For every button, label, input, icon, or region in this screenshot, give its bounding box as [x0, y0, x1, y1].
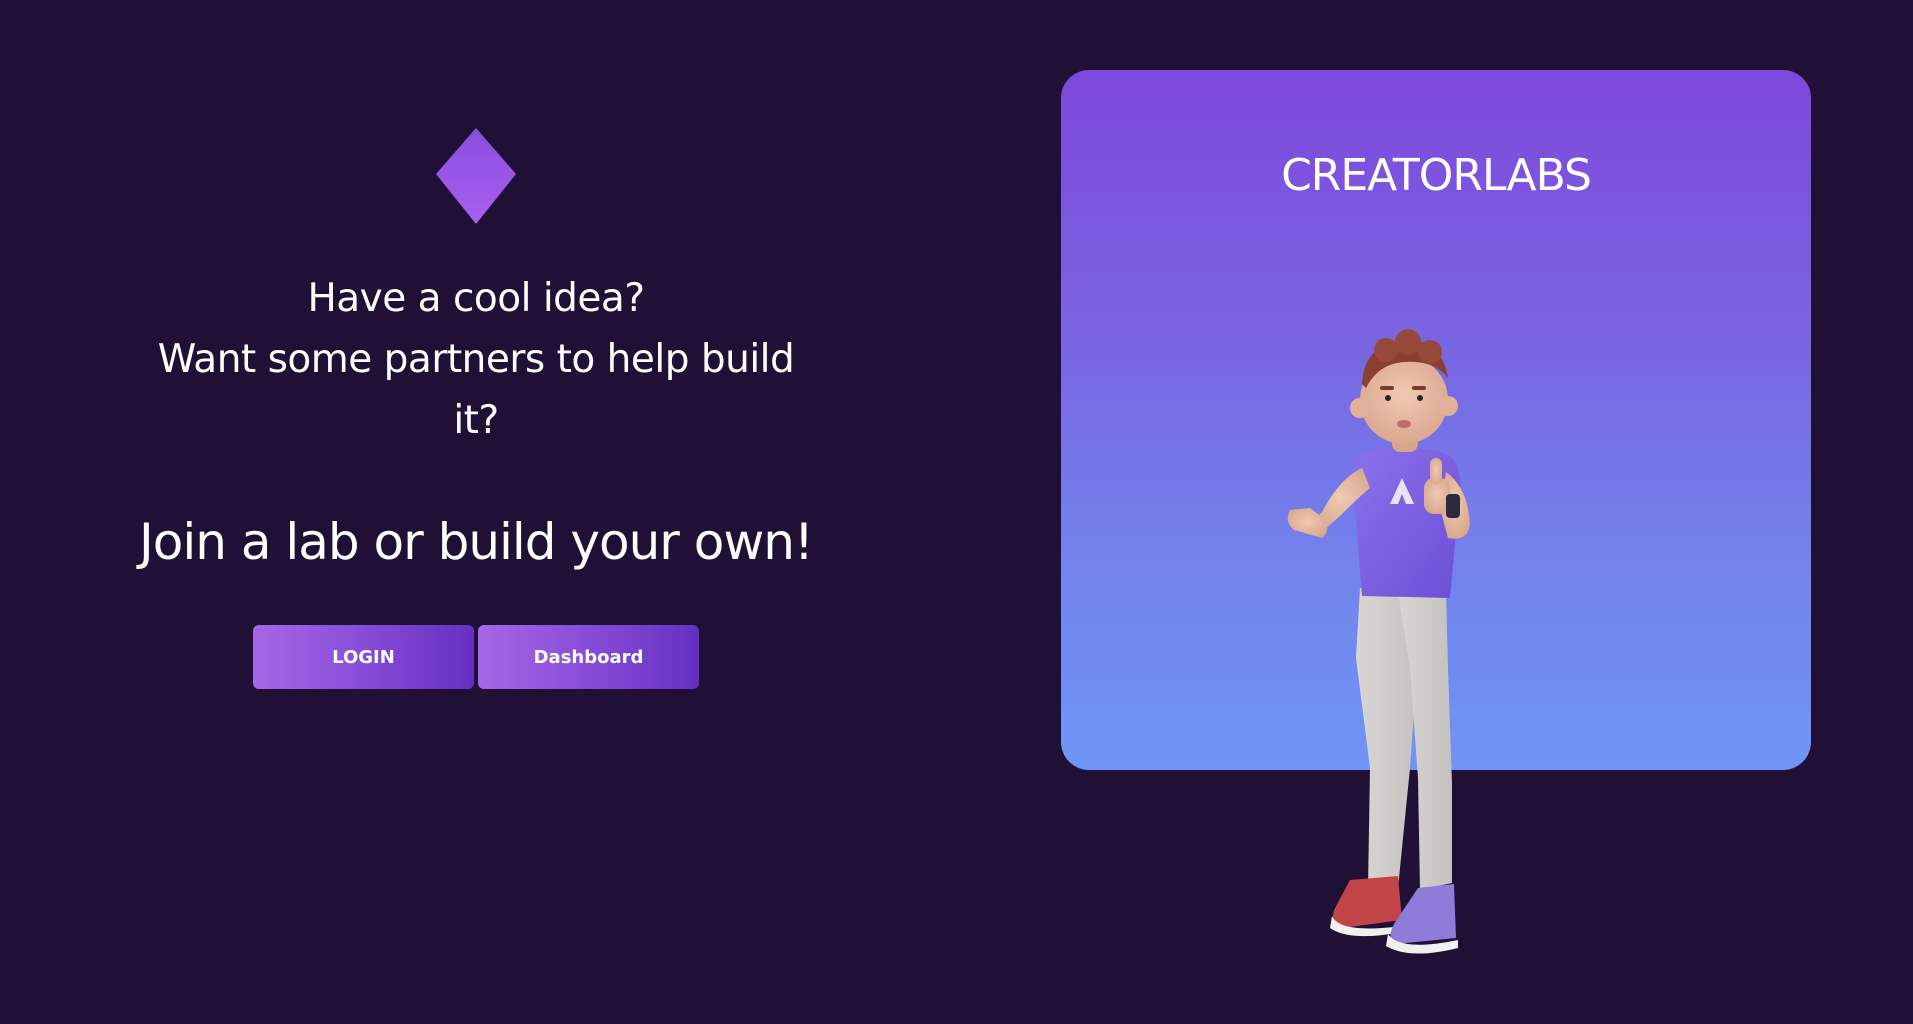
- dashboard-button[interactable]: Dashboard: [478, 625, 699, 689]
- hero-question-line-2: Want some partners to help build: [157, 337, 795, 382]
- hero-question-line-3: it?: [453, 398, 499, 443]
- brand-title: CREATORLABS: [1281, 150, 1592, 201]
- landing-page: Have a cool idea? Want some partners to …: [0, 0, 1913, 1024]
- diamond-icon: [436, 128, 516, 224]
- login-button[interactable]: LOGIN: [253, 625, 474, 689]
- hero-question: Have a cool idea? Want some partners to …: [140, 268, 812, 451]
- button-group: LOGIN Dashboard: [253, 625, 699, 689]
- hero-question-line-1: Have a cool idea?: [307, 276, 645, 321]
- cta-title: Join a lab or build your own!: [139, 513, 814, 571]
- character-illustration: [1287, 329, 1470, 954]
- hero-section: Have a cool idea? Want some partners to …: [120, 0, 832, 1024]
